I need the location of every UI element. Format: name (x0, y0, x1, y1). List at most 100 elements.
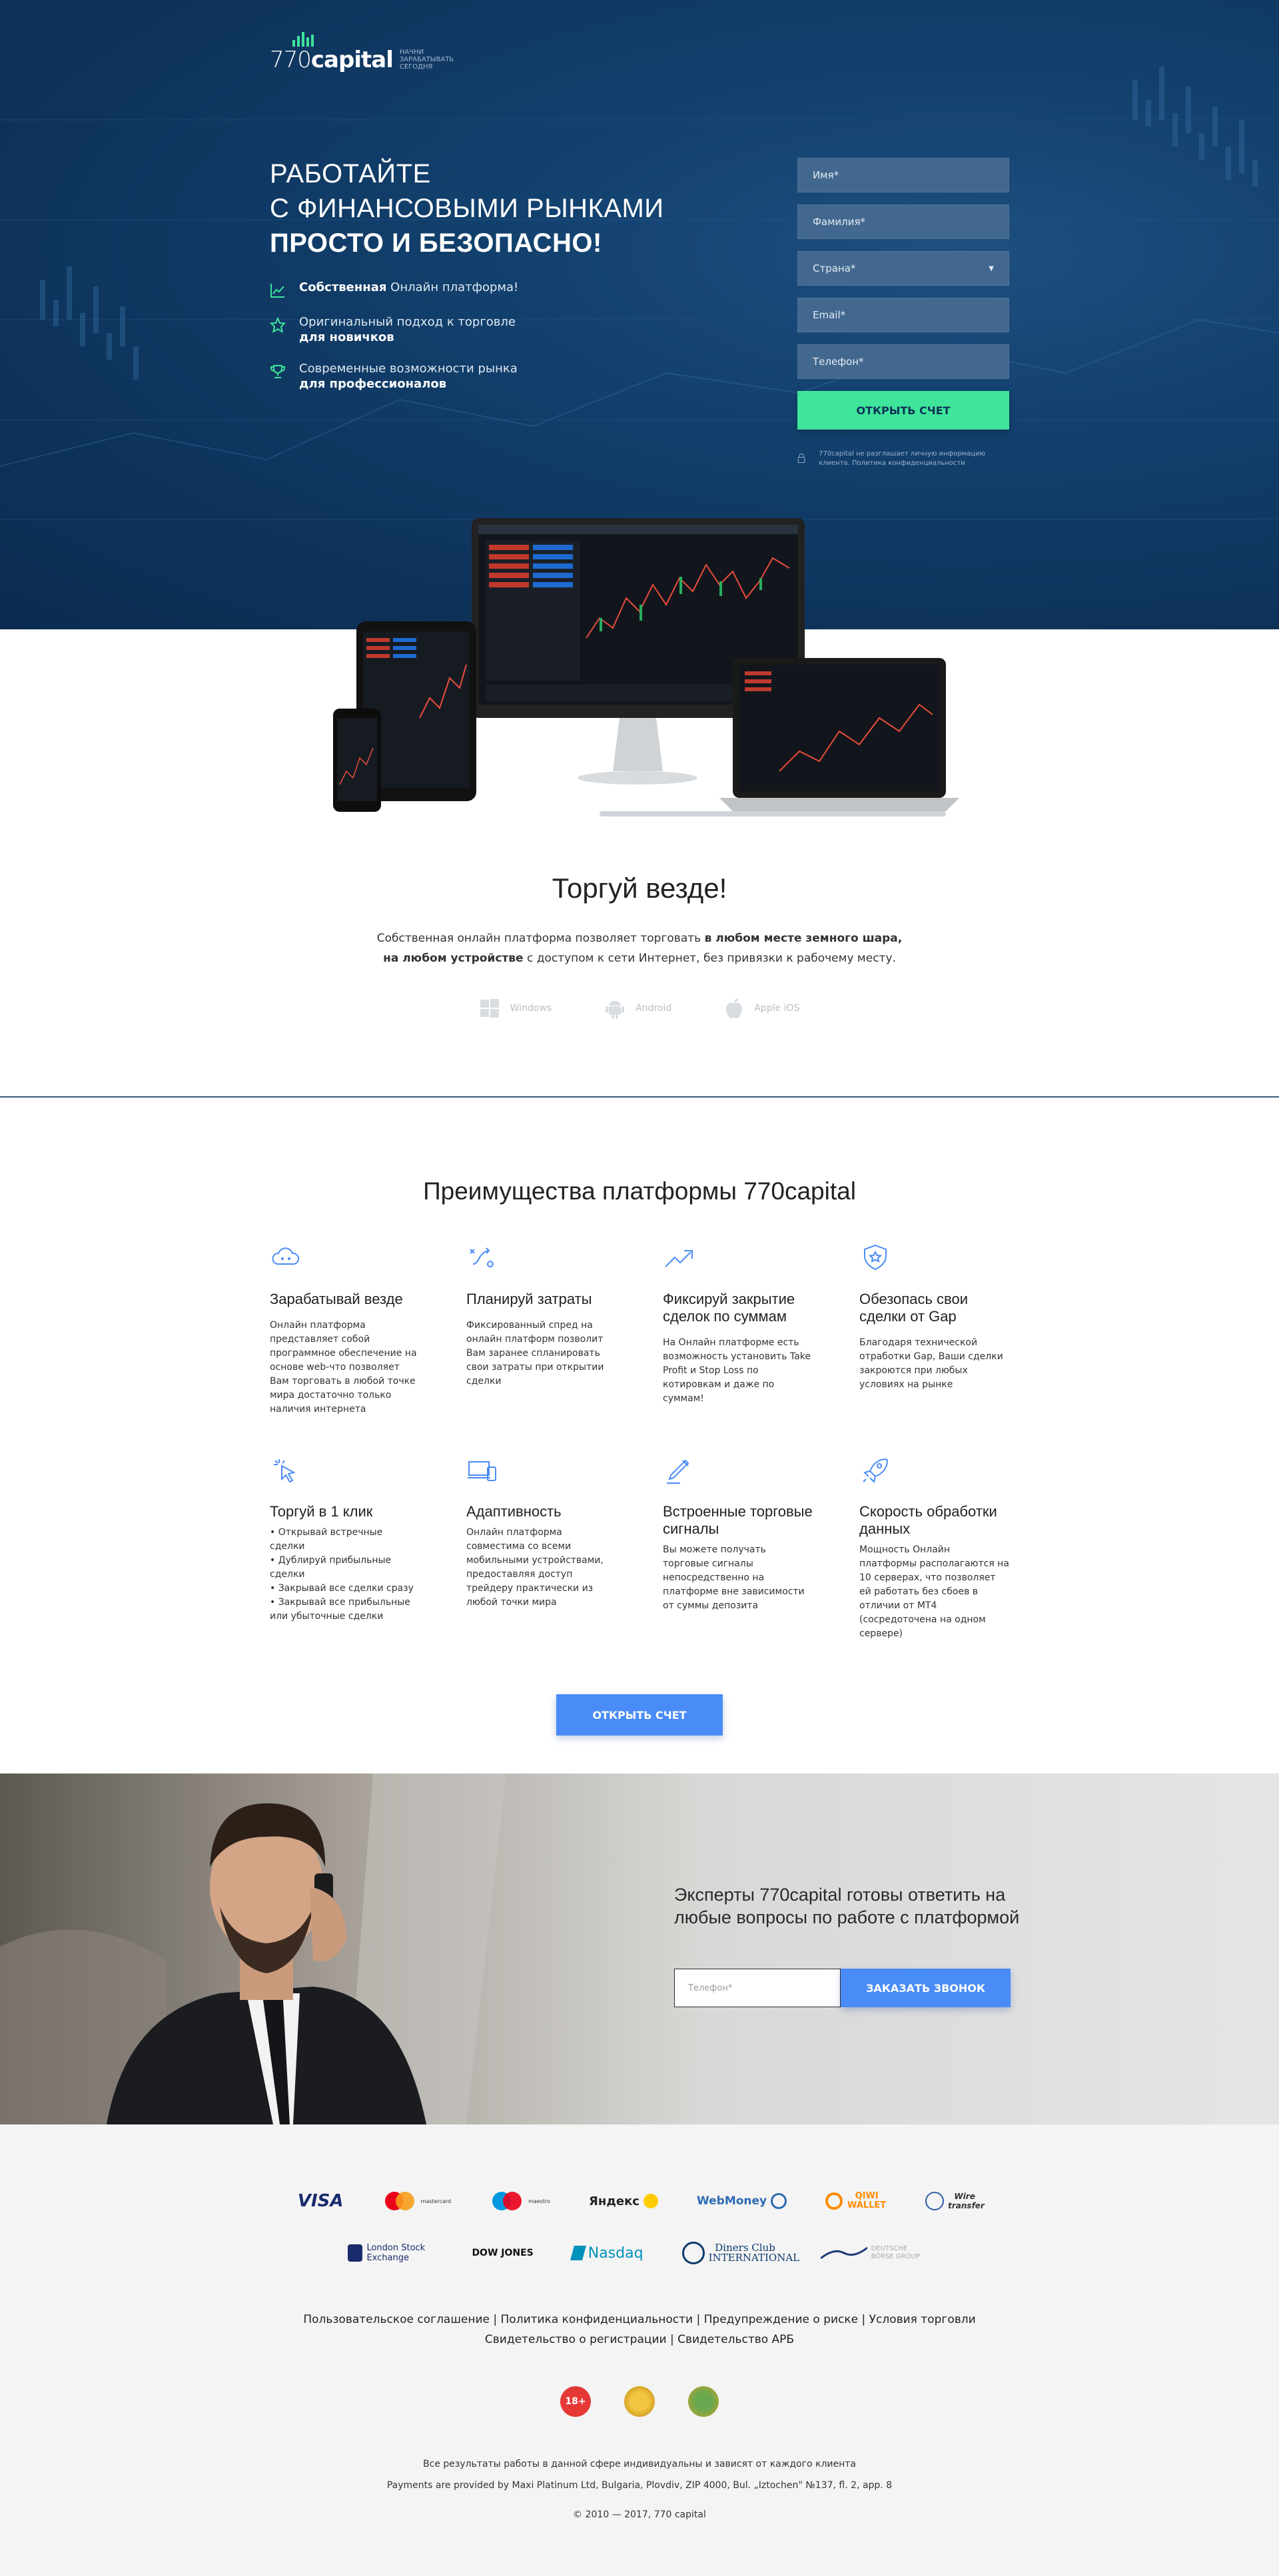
advantage-item: Планируй затраты Фиксированный спред на … (466, 1244, 616, 1417)
platform-windows: Windows (480, 998, 552, 1019)
hero-features: Собственная Онлайн платформа! Оригинальн… (270, 280, 518, 408)
advantage-title: Фиксируй закрытие сделок по суммам (663, 1291, 795, 1325)
wave-chart-icon (820, 2246, 867, 2260)
footer: VISA mastercard maestro Яндекс WebMoney … (0, 2124, 1279, 2576)
hero-title-line2: С ФИНАНСОВЫМИ РЫНКАМИ (270, 194, 664, 223)
advantage-title: Обезопась свои сделки от Gap (859, 1291, 968, 1325)
signal-pen-icon (667, 1459, 689, 1484)
maestro-icon (492, 2192, 522, 2210)
caret-down-icon: ▼ (989, 264, 994, 272)
name-field[interactable]: Имя* (797, 158, 1009, 192)
advantage-text: • Открывай встречные сделки • Дублируй п… (270, 1527, 414, 1622)
businessman-photo (0, 1773, 666, 2124)
advantage-item: Торгуй в 1 клик • Открывай встречные сде… (270, 1456, 420, 1641)
qiwi-circle-icon (825, 2192, 843, 2210)
cursor-click-icon (274, 1459, 296, 1483)
lse-crest-icon (348, 2244, 363, 2262)
privacy-policy-link[interactable]: 770capital не разглашает личную информац… (819, 450, 1009, 468)
advantage-title: Скорость обработки данных (859, 1503, 997, 1537)
advantage-item: Зарабатывай везде Онлайн платформа предс… (270, 1244, 420, 1417)
advantage-text: Фиксированный спред на онлайн платформ п… (466, 1320, 604, 1387)
advantage-title: Торгуй в 1 клик (270, 1503, 373, 1520)
feature-item: Собственная Онлайн платформа! (270, 280, 518, 298)
advantage-text: Онлайн платформа представляет собой прог… (270, 1320, 417, 1415)
dowjones-logo: DOW JONES (472, 2248, 534, 2258)
experts-title: Эксперты 770capital готовы ответить на л… (674, 1885, 1020, 1927)
footer-links: Пользовательское соглашение | Политика к… (0, 2310, 1279, 2350)
advantage-text: На Онлайн платформе есть возможность уст… (663, 1337, 811, 1404)
callback-phone-input[interactable]: Телефон* (674, 1969, 841, 2007)
phone-field[interactable]: Телефон* (797, 344, 1009, 379)
advantage-item: Встроенные торговые сигналы Вы можете по… (663, 1456, 813, 1641)
trophy-icon (270, 365, 285, 378)
nasdaq-logo: Nasdaq (570, 2245, 643, 2262)
open-account-button-2[interactable]: ОТКРЫТЬ СЧЕТ (556, 1694, 723, 1736)
award-gold-icon (624, 2386, 655, 2417)
payment-provider-text: Payments are provided by Maxi Platinum L… (386, 2480, 893, 2491)
hero-title-line1: РАБОТАЙТЕ (270, 159, 431, 188)
hero-title-line3: ПРОСТО И БЕЗОПАСНО! (270, 228, 602, 258)
nasdaq-mark-icon (570, 2246, 586, 2260)
advantage-text: Вы можете получать торговые сигналы непо… (663, 1544, 805, 1611)
advantages-grid: Зарабатывай везде Онлайн платформа предс… (270, 1244, 1009, 1641)
callback-form: Телефон* ЗАКАЗАТЬ ЗВОНОК (674, 1969, 1021, 2007)
advantage-title: Зарабатывай везде (270, 1291, 403, 1307)
logo-tagline: НАЧНИ ЗАРАБАТЫВАТЬ СЕГОДНЯ (399, 49, 454, 71)
apple-icon (726, 998, 743, 1018)
advantage-text: Благодаря технической отработки Gap, Ваш… (859, 1337, 1003, 1390)
platform-ios: Apple iOS (725, 998, 799, 1019)
experts-section: Эксперты 770capital готовы ответить на л… (0, 1773, 1279, 2124)
trend-arrow-icon (665, 1250, 693, 1267)
advantages-title: Преимущества платформы 770capital (423, 1177, 856, 1205)
advantage-title: Встроенные торговые сигналы (663, 1503, 813, 1537)
advantage-item: Адаптивность Онлайн платформа совместима… (466, 1456, 616, 1641)
coin-icon (643, 2194, 658, 2208)
advantage-text: Онлайн платформа совместима со всеми моб… (466, 1527, 604, 1608)
footer-badges: 18+ (0, 2386, 1279, 2417)
privacy-note: 770capital не разглашает личную информац… (797, 450, 1009, 468)
webmoney-logo: WebMoney (697, 2193, 787, 2209)
rocket-icon (863, 1458, 889, 1483)
shield-star-icon (864, 1244, 887, 1271)
open-account-button[interactable]: ОТКРЫТЬ СЧЕТ (797, 391, 1009, 430)
exchange-logos: London Stock Exchange DOW JONES Nasdaq D… (0, 2236, 1279, 2270)
surname-field[interactable]: Фамилия* (797, 204, 1009, 239)
footer-links-row1[interactable]: Пользовательское соглашение | Политика к… (0, 2310, 1279, 2330)
advantage-item: Скорость обработки данных Мощность Онлай… (859, 1456, 1009, 1641)
wire-transfer-logo: Wire transfer (925, 2192, 985, 2210)
trade-text: Собственная онлайн платформа позволяет т… (376, 932, 903, 965)
advantage-text: Мощность Онлайн платформы располагаются … (859, 1544, 1009, 1639)
experts-callback: Эксперты 770capital готовы ответить на л… (674, 1883, 1021, 2007)
logo-bars-icon (292, 32, 314, 47)
globe-wire-icon (925, 2192, 945, 2210)
feature-bold: Собственная (299, 280, 387, 294)
copyright: © 2010 — 2017, 770 capital (573, 2509, 706, 2520)
logo[interactable]: 770capital НАЧНИ ЗАРАБАТЫВАТЬ СЕГОДНЯ (270, 32, 460, 73)
windows-icon (480, 999, 499, 1018)
maestro-logo: maestro (490, 2190, 550, 2212)
feature-text: Онлайн платформа! (386, 280, 519, 294)
trade-title: Торгуй везде! (552, 872, 727, 904)
request-call-button[interactable]: ЗАКАЗАТЬ ЗВОНОК (841, 1969, 1011, 2007)
feature-text: Современные возможности рынка (299, 362, 518, 376)
advantages-section: Преимущества платформы 770capital Зараба… (0, 1098, 1279, 1773)
age-18-badge: 18+ (560, 2386, 591, 2417)
star-icon (270, 317, 286, 333)
strategy-icon (470, 1247, 494, 1267)
email-field[interactable]: Email* (797, 298, 1009, 332)
mastercard-icon (384, 2192, 414, 2210)
payment-logos: VISA mastercard maestro Яндекс WebMoney … (0, 2184, 1279, 2218)
deutsche-boerse-logo: DEUTSCHE BÖRSE GROUP (820, 2245, 931, 2261)
country-select[interactable]: Страна* ▼ (797, 251, 1009, 286)
platform-list: Windows Android Apple iOS (0, 998, 1279, 1019)
feature-item: Современные возможности рынка для профес… (270, 361, 518, 392)
diners-circle-icon (681, 2242, 705, 2264)
visa-logo: VISA (297, 2191, 344, 2211)
feature-item: Оригинальный подход к торговле для нович… (270, 314, 518, 345)
footer-links-row2[interactable]: Свидетельство о регистрации | Свидетельс… (0, 2330, 1279, 2350)
advantage-title: Адаптивность (466, 1503, 562, 1520)
phone-image (333, 709, 381, 812)
lock-icon (797, 453, 805, 464)
feature-bold: для профессионалов (299, 377, 447, 391)
footer-notes: Все результаты работы в данной сфере инд… (0, 2453, 1279, 2496)
